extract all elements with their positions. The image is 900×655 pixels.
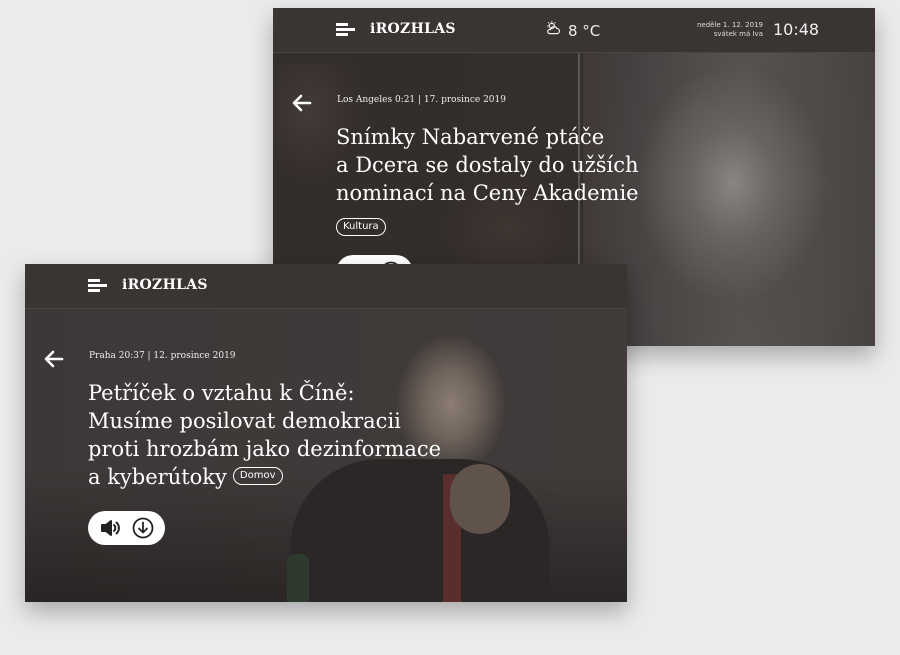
headline-line: Petříček o vztahu k Číně: [88,381,355,405]
back-arrow-icon[interactable] [44,350,64,368]
category-tag[interactable]: Kultura [336,218,386,236]
brand-logo: iROZHLAS [370,21,456,37]
headline-text: a kyberútoky [88,465,227,489]
article-meta: Praha 20:37 | 12. prosince 2019 [89,351,236,361]
article-meta: Los Angeles 0:21 | 17. prosince 2019 [337,95,506,105]
clock: 10:48 [773,20,820,39]
headline-line: a kyberútoky Domov [88,463,488,491]
date-text: neděle 1. 12. 2019 [696,21,763,29]
back-arrow-icon[interactable] [292,94,312,112]
article-screen-bottom: iROZHLAS Praha 20:37 | 12. prosince 2019… [25,264,627,602]
menu-icon[interactable] [88,279,108,293]
speaker-icon[interactable] [99,516,123,540]
audio-controls [88,511,165,545]
date-info: neděle 1. 12. 2019 svátek má Iva [673,21,763,39]
download-icon[interactable] [131,516,155,540]
partly-cloudy-icon [545,20,562,41]
temperature: 8 °C [568,21,601,40]
headline-line: a Dcera se dostaly do užších [336,153,639,177]
headline-line: Musíme posilovat demokracii [88,409,401,433]
headline-line: Snímky Nabarvené ptáče [336,125,605,149]
weather-widget: 8 °C [545,20,600,41]
article-headline[interactable]: Snímky Nabarvené ptáče a Dcera se dostal… [336,123,696,207]
brand-logo: iROZHLAS [122,277,208,293]
top-bar: iROZHLAS 8 °C neděle 1. 12. 2019 svátek … [273,8,875,53]
menu-icon[interactable] [336,23,356,37]
headline-line: proti hrozbám jako dezinformace [88,437,442,461]
top-bar: iROZHLAS [25,264,627,309]
article-headline[interactable]: Petříček o vztahu k Číně: Musíme posilov… [88,379,488,491]
category-tag[interactable]: Domov [232,466,283,485]
nameday-text: svátek má Iva [713,30,763,38]
headline-line: nominací na Ceny Akademie [336,181,639,205]
